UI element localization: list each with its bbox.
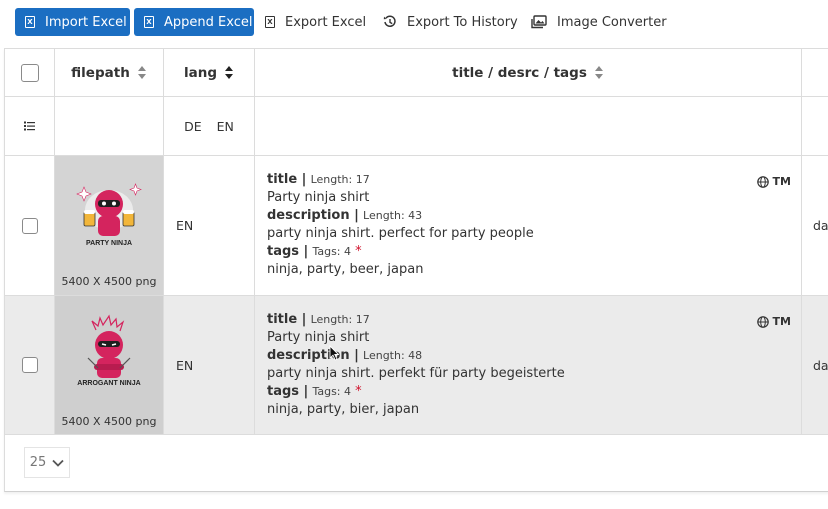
lang-cell: EN bbox=[164, 296, 255, 435]
import-excel-button[interactable]: X Import Excel bbox=[15, 8, 130, 36]
filter-meta-cell bbox=[255, 97, 802, 156]
mouse-cursor-icon bbox=[329, 345, 339, 361]
next-column-cell: da bbox=[802, 156, 828, 296]
page-size-select[interactable]: 25 bbox=[24, 447, 70, 478]
image-dimensions: 5400 X 4500 png bbox=[61, 275, 157, 288]
image-converter-button[interactable]: Image Converter bbox=[527, 8, 671, 36]
excel-icon: X bbox=[25, 16, 35, 28]
header-next-column bbox=[802, 48, 828, 97]
row-checkbox[interactable] bbox=[21, 217, 38, 234]
chevron-down-icon bbox=[52, 459, 64, 467]
lang-filter-de[interactable]: DE bbox=[184, 119, 202, 134]
filter-next-cell bbox=[802, 97, 828, 156]
excel-icon: X bbox=[144, 16, 154, 28]
filter-filepath-cell bbox=[55, 97, 164, 156]
row-checkbox[interactable] bbox=[21, 357, 38, 373]
thumbnail-cell: PARTY NINJA 5400 X 4500 png bbox=[55, 156, 164, 296]
header-select-all-cell bbox=[5, 48, 55, 97]
tags-value[interactable]: ninja, party, bier, japan bbox=[267, 401, 801, 419]
description-value[interactable]: party ninja shirt. perfekt für party beg… bbox=[267, 365, 801, 383]
description-value[interactable]: party ninja shirt. perfect for party peo… bbox=[267, 225, 801, 243]
header-filepath[interactable]: filepath bbox=[55, 48, 164, 97]
meta-cell: TM title | Length: 17 Party ninja shirt … bbox=[255, 156, 802, 296]
lang-cell: EN bbox=[164, 156, 255, 296]
sort-icon bbox=[594, 66, 604, 79]
sort-icon bbox=[137, 66, 147, 79]
meta-cell: TM title | Length: 17 Party ninja shirt … bbox=[255, 296, 802, 435]
image-dimensions: 5400 X 4500 png bbox=[61, 415, 157, 428]
image-label: ARROGANT NINJA bbox=[77, 380, 141, 387]
export-to-history-button[interactable]: Export To History bbox=[379, 8, 522, 36]
image-label: PARTY NINJA bbox=[85, 240, 133, 247]
trademark-check[interactable]: TM bbox=[756, 173, 791, 191]
next-column-cell: da bbox=[802, 296, 828, 435]
trademark-check[interactable]: TM bbox=[756, 313, 791, 331]
header-title-descr-tags[interactable]: title / desrc / tags bbox=[255, 48, 802, 97]
filter-toggle-cell bbox=[5, 97, 55, 156]
filter-lang-cell: DE EN bbox=[164, 97, 255, 156]
history-icon bbox=[383, 15, 397, 29]
thumbnail-cell: ARROGANT NINJA 5400 X 4500 png bbox=[55, 296, 164, 435]
header-lang[interactable]: lang bbox=[164, 48, 255, 97]
globe-icon bbox=[756, 316, 769, 328]
table-panel: filepath lang title / desrc / tags DE EN bbox=[4, 48, 828, 492]
images-icon bbox=[531, 15, 547, 29]
select-all-checkbox[interactable] bbox=[20, 63, 39, 82]
lang-filter-en[interactable]: EN bbox=[217, 119, 234, 134]
row-select-cell bbox=[5, 296, 55, 435]
toolbar: X Import Excel X Append Excel X Export E… bbox=[0, 0, 828, 44]
title-value[interactable]: Party ninja shirt bbox=[267, 189, 801, 207]
list-icon[interactable] bbox=[24, 121, 35, 131]
export-excel-button[interactable]: X Export Excel bbox=[261, 8, 370, 36]
tags-value[interactable]: ninja, party, beer, japan bbox=[267, 261, 801, 279]
excel-icon: X bbox=[265, 16, 275, 28]
title-value[interactable]: Party ninja shirt bbox=[267, 329, 801, 347]
sort-icon bbox=[225, 66, 234, 79]
append-excel-button[interactable]: X Append Excel bbox=[134, 8, 254, 36]
globe-icon bbox=[756, 176, 769, 188]
data-table: filepath lang title / desrc / tags DE EN bbox=[5, 48, 828, 436]
row-select-cell bbox=[5, 156, 55, 296]
